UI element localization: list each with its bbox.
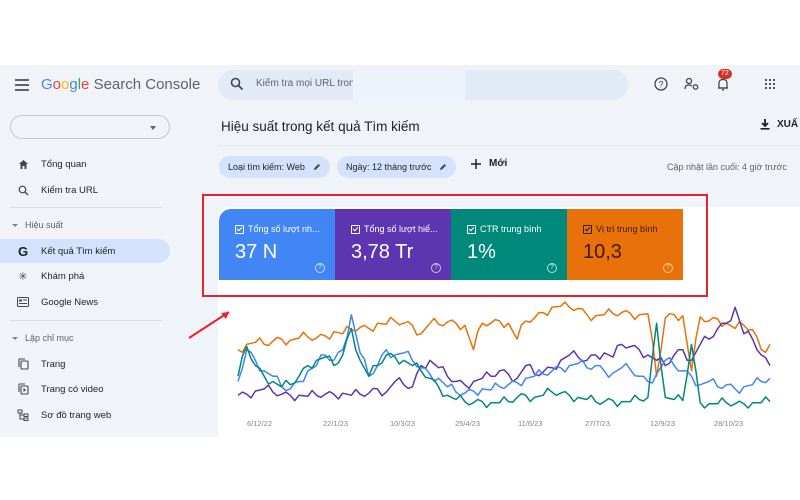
apps-icon[interactable] xyxy=(760,74,780,94)
manage-users-icon[interactable] xyxy=(682,74,702,94)
sidebar-divider xyxy=(10,320,162,321)
edit-icon xyxy=(313,164,320,170)
sidebar-section-indexing[interactable]: Lập chỉ mục xyxy=(12,333,74,343)
series-line-0 xyxy=(237,301,771,377)
filter-chip-date[interactable]: Ngày: 12 tháng trước xyxy=(337,156,457,178)
help-icon[interactable]: ? xyxy=(651,74,671,94)
export-button[interactable]: XUẤ xyxy=(760,119,798,130)
x-tick-label: 12/9/23 xyxy=(650,419,675,428)
sidebar-item-discover[interactable]: ✳ Khám phá xyxy=(0,264,170,288)
sidebar-divider xyxy=(10,207,162,208)
news-icon xyxy=(16,295,30,309)
notification-count-badge: 72 xyxy=(718,69,732,79)
download-icon xyxy=(760,119,770,130)
sidebar-item-video-pages[interactable]: Trang có video xyxy=(0,377,170,401)
discover-icon: ✳ xyxy=(18,270,28,283)
new-filter-button[interactable]: Mới xyxy=(471,158,507,169)
sidebar-item-overview[interactable]: Tổng quan xyxy=(0,152,170,176)
search-icon xyxy=(16,183,30,197)
url-inspection-search[interactable]: Kiểm tra mọi URL trong xyxy=(218,68,628,102)
app-name: Search Console xyxy=(93,76,201,93)
x-tick-label: 22/1/23 xyxy=(323,419,348,428)
sidebar-item-search-results[interactable]: G Kết quả Tìm kiếm xyxy=(0,239,170,263)
sidebar-section-performance[interactable]: Hiệu suất xyxy=(12,220,63,230)
x-tick-label: 10/3/23 xyxy=(390,419,415,428)
annotation-highlight-box xyxy=(202,194,708,297)
sidebar-item-pages[interactable]: Trang xyxy=(0,352,170,376)
x-tick-label: 11/6/23 xyxy=(518,419,542,428)
last-updated-text: Cập nhật lần cuối: 4 giờ trước xyxy=(667,162,787,172)
plus-icon xyxy=(471,158,481,169)
redaction-block xyxy=(353,68,465,102)
sidebar-item-url-inspection[interactable]: Kiểm tra URL xyxy=(0,178,170,202)
sitemap-icon xyxy=(16,408,30,422)
collapse-triangle-icon xyxy=(12,223,18,227)
svg-text:?: ? xyxy=(658,80,663,90)
main-menu-icon[interactable] xyxy=(15,79,29,91)
search-icon xyxy=(230,77,244,91)
sidebar-item-google-news[interactable]: Google News xyxy=(0,290,170,314)
x-tick-label: 28/10/23 xyxy=(714,419,743,428)
header-divider xyxy=(218,145,800,146)
collapse-triangle-icon xyxy=(12,336,18,340)
pages-icon xyxy=(16,357,30,371)
property-selector[interactable] xyxy=(10,115,170,139)
edit-icon xyxy=(440,164,447,170)
video-pages-icon xyxy=(16,382,30,396)
google-g-icon: G xyxy=(17,243,29,259)
search-console-logo[interactable]: Google Search Console xyxy=(41,76,200,93)
sidebar-item-sitemaps[interactable]: Sơ đồ trang web xyxy=(0,403,170,427)
chevron-down-icon xyxy=(150,126,156,130)
x-tick-label: 27/7/23 xyxy=(585,419,610,428)
performance-chart: 6/12/22 22/1/23 10/3/23 25/4/23 11/6/23 27/7/… xyxy=(237,301,771,428)
search-input[interactable]: Kiểm tra mọi URL trong xyxy=(256,78,354,89)
home-icon xyxy=(16,157,30,171)
x-tick-label: 25/4/23 xyxy=(455,419,480,428)
x-tick-label: 6/12/22 xyxy=(247,419,272,428)
filter-chip-search-type[interactable]: Loại tìm kiếm: Web xyxy=(219,156,330,178)
page-title: Hiệu suất trong kết quả Tìm kiếm xyxy=(221,119,420,134)
search-console-app: Google Search Console Kiểm tra mọi URL t… xyxy=(0,65,800,437)
